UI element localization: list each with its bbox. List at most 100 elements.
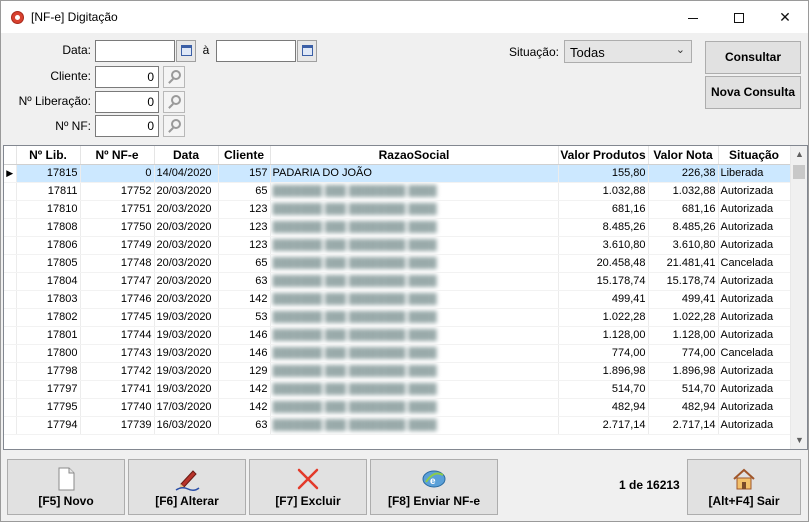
table-row[interactable]: 17802 17745 19/03/2020 53 ███████ ███ ██████… xyxy=(4,308,791,327)
cell-data: 17/03/2020 xyxy=(154,398,219,417)
row-indicator-header xyxy=(4,146,17,165)
close-button[interactable]: ✕ xyxy=(762,1,808,33)
cell-razao-social: ███████ ███ ████████ ████ xyxy=(270,362,559,381)
cell-razao-social: ███████ ███ ████████ ████ xyxy=(270,200,559,219)
col-header-nfe[interactable]: Nº NF-e xyxy=(80,146,155,165)
cell-valor-nota: 2.717,14 xyxy=(648,416,719,435)
cell-data: 19/03/2020 xyxy=(154,308,219,327)
excluir-button[interactable]: [F7] Excluir xyxy=(249,459,367,515)
table-row[interactable]: 17801 17744 19/03/2020 146 ███████ ███ █████… xyxy=(4,326,791,345)
data-start-field[interactable] xyxy=(95,40,175,62)
data-start-calendar-button[interactable] xyxy=(176,40,196,62)
calendar-icon xyxy=(181,45,192,56)
cell-data: 20/03/2020 xyxy=(154,200,219,219)
cell-nfe: 0 xyxy=(80,164,155,183)
col-header-valor-produtos[interactable]: Valor Produtos xyxy=(558,146,649,165)
table-row[interactable]: 17806 17749 20/03/2020 123 ███████ ███ █████… xyxy=(4,236,791,255)
cliente-label: Cliente: xyxy=(50,69,91,83)
liberacao-field[interactable]: 0 xyxy=(95,91,159,113)
cell-lib: 17801 xyxy=(16,326,81,345)
app-icon xyxy=(11,11,24,24)
redacted-text: ███████ ███ ████████ ████ xyxy=(272,312,437,323)
data-end-field[interactable] xyxy=(216,40,296,62)
table-row[interactable]: 17811 17752 20/03/2020 65 ███████ ███ ██████… xyxy=(4,182,791,201)
cliente-field[interactable]: 0 xyxy=(95,66,159,88)
table-row[interactable]: 17810 17751 20/03/2020 123 ███████ ███ █████… xyxy=(4,200,791,219)
col-header-situacao[interactable]: Situação xyxy=(718,146,791,165)
row-indicator xyxy=(4,308,17,327)
scroll-down-icon[interactable]: ▼ xyxy=(791,432,807,449)
table-row[interactable]: 17804 17747 20/03/2020 63 ███████ ███ ██████… xyxy=(4,272,791,291)
main-window: [NF-e] Digitação ✕ Data: à Cliente: 0 Nº… xyxy=(0,0,809,522)
cell-razao-social: ███████ ███ ████████ ████ xyxy=(270,416,559,435)
liberacao-search-button[interactable] xyxy=(163,91,185,113)
cell-valor-produtos: 1.032,88 xyxy=(558,182,649,201)
minimize-button[interactable] xyxy=(670,1,716,33)
cell-razao-social: ███████ ███ ████████ ████ xyxy=(270,398,559,417)
table-row[interactable]: 17803 17746 20/03/2020 142 ███████ ███ █████… xyxy=(4,290,791,309)
table-row[interactable]: 17797 17741 19/03/2020 142 ███████ ███ █████… xyxy=(4,380,791,399)
table-row[interactable]: 17798 17742 19/03/2020 129 ███████ ███ █████… xyxy=(4,362,791,381)
table-row[interactable]: ▶ 17815 0 14/04/2020 157 PADARIA DO JOÃO 155,8… xyxy=(4,164,791,183)
redacted-text: ███████ ███ ████████ ████ xyxy=(272,366,437,377)
alterar-button[interactable]: [F6] Alterar xyxy=(128,459,246,515)
situacao-select[interactable]: Todas ⌄ xyxy=(564,40,692,63)
cell-valor-nota: 3.610,80 xyxy=(648,236,719,255)
cell-valor-nota: 1.022,28 xyxy=(648,308,719,327)
cell-data: 20/03/2020 xyxy=(154,182,219,201)
table-row[interactable]: 17800 17743 19/03/2020 146 ███████ ███ █████… xyxy=(4,344,791,363)
title-bar: [NF-e] Digitação ✕ xyxy=(1,1,808,33)
maximize-button[interactable] xyxy=(716,1,762,33)
data-end-calendar-button[interactable] xyxy=(297,40,317,62)
scroll-up-icon[interactable]: ▲ xyxy=(791,146,807,163)
cell-valor-nota: 482,94 xyxy=(648,398,719,417)
nova-consulta-button[interactable]: Nova Consulta xyxy=(705,76,801,109)
cell-lib: 17808 xyxy=(16,218,81,237)
redacted-text: ███████ ███ ████████ ████ xyxy=(272,348,437,359)
table-row[interactable]: 17795 17740 17/03/2020 142 ███████ ███ █████… xyxy=(4,398,791,417)
col-header-razao[interactable]: RazaoSocial xyxy=(270,146,559,165)
cell-situacao: Autorizada xyxy=(718,218,791,237)
enviar-nfe-button[interactable]: e [F8] Enviar NF-e xyxy=(370,459,498,515)
col-header-data[interactable]: Data xyxy=(154,146,219,165)
novo-label: [F5] Novo xyxy=(38,494,94,508)
cell-situacao: Autorizada xyxy=(718,290,791,309)
cell-situacao: Autorizada xyxy=(718,398,791,417)
house-icon xyxy=(733,468,755,490)
nf-field[interactable]: 0 xyxy=(95,115,159,137)
table-header-row: Nº Lib. Nº NF-e Data Cliente RazaoSocial… xyxy=(4,146,791,165)
cell-nfe: 17752 xyxy=(80,182,155,201)
nfe-grid[interactable]: Nº Lib. Nº NF-e Data Cliente RazaoSocial… xyxy=(3,145,808,450)
cell-cliente: 142 xyxy=(218,290,271,309)
cliente-search-button[interactable] xyxy=(163,66,185,88)
maximize-icon xyxy=(734,13,744,24)
cell-cliente: 146 xyxy=(218,326,271,345)
send-nfe-icon: e xyxy=(422,470,446,488)
cell-situacao: Autorizada xyxy=(718,416,791,435)
cell-situacao: Autorizada xyxy=(718,182,791,201)
data-label: Data: xyxy=(62,43,91,57)
sair-button[interactable]: [Alt+F4] Sair xyxy=(687,459,801,515)
nf-search-button[interactable] xyxy=(163,115,185,137)
table-row[interactable]: 17808 17750 20/03/2020 123 ███████ ███ █████… xyxy=(4,218,791,237)
cell-razao-social: ███████ ███ ████████ ████ xyxy=(270,236,559,255)
redacted-text: ███████ ███ ████████ ████ xyxy=(272,204,437,215)
col-header-lib[interactable]: Nº Lib. xyxy=(16,146,81,165)
cell-lib: 17802 xyxy=(16,308,81,327)
table-row[interactable]: 17805 17748 20/03/2020 65 ███████ ███ ██████… xyxy=(4,254,791,273)
sair-label: [Alt+F4] Sair xyxy=(708,494,780,508)
x-delete-icon xyxy=(297,468,319,490)
nf-label: Nº NF: xyxy=(55,119,91,133)
scroll-thumb[interactable] xyxy=(793,165,805,179)
consultar-button[interactable]: Consultar xyxy=(705,41,801,74)
table-row[interactable]: 17794 17739 16/03/2020 63 ███████ ███ ██████… xyxy=(4,416,791,435)
cell-situacao: Liberada xyxy=(718,164,791,183)
vertical-scrollbar[interactable]: ▲ ▼ xyxy=(790,146,807,449)
row-indicator xyxy=(4,218,17,237)
cell-lib: 17803 xyxy=(16,290,81,309)
enviar-nfe-label: [F8] Enviar NF-e xyxy=(387,494,480,508)
novo-button[interactable]: [F5] Novo xyxy=(7,459,125,515)
col-header-valor-nota[interactable]: Valor Nota xyxy=(648,146,719,165)
col-header-cliente[interactable]: Cliente xyxy=(218,146,271,165)
redacted-text: ███████ ███ ████████ ████ xyxy=(272,384,437,395)
